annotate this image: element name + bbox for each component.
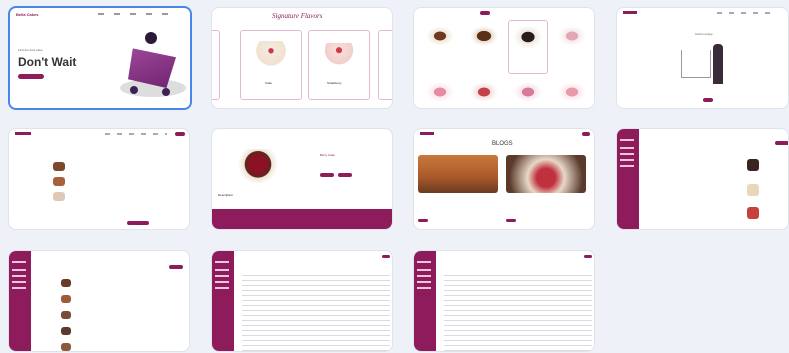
screenshot-gallery: Bella Cakes Find the best cake Don't Wai… bbox=[0, 0, 789, 353]
blog-image bbox=[506, 155, 586, 193]
cake-image bbox=[110, 24, 186, 108]
data-table bbox=[242, 271, 390, 351]
product-card[interactable] bbox=[422, 24, 460, 58]
logo bbox=[15, 132, 31, 135]
cart-item-image bbox=[53, 162, 65, 171]
header-button[interactable] bbox=[169, 265, 183, 269]
hero-title: Don't Wait bbox=[18, 55, 77, 69]
blog-image bbox=[418, 155, 498, 193]
flavor-card[interactable]: Strawberry bbox=[308, 30, 370, 100]
section-title: Signature Flavors bbox=[272, 12, 323, 20]
section-title: BLOGS bbox=[492, 141, 513, 147]
thumbnail-signature-flavors[interactable]: Signature Flavors Cake Strawberry bbox=[211, 7, 393, 109]
admin-sidebar bbox=[414, 251, 436, 351]
nav-links bbox=[105, 133, 167, 135]
footer-bar bbox=[212, 209, 392, 229]
thumbnail-home-hero[interactable]: Bella Cakes Find the best cake Don't Wai… bbox=[8, 6, 192, 110]
header-button[interactable] bbox=[582, 132, 590, 136]
data-table bbox=[444, 271, 592, 351]
product-image bbox=[236, 149, 280, 183]
admin-sidebar bbox=[617, 129, 639, 229]
thumbnail-admin-orders[interactable] bbox=[8, 250, 190, 352]
header-button[interactable] bbox=[175, 132, 185, 136]
flavor-card[interactable]: Cake bbox=[240, 30, 302, 100]
thumbnail-admin-users[interactable] bbox=[413, 250, 595, 352]
order-thumb bbox=[61, 279, 71, 287]
description-label: Description bbox=[218, 193, 234, 197]
flavor-card[interactable] bbox=[378, 30, 392, 100]
thumbnail-product-grid[interactable] bbox=[413, 7, 595, 109]
admin-sidebar bbox=[212, 251, 234, 351]
logo bbox=[420, 132, 434, 135]
product-card[interactable] bbox=[554, 80, 592, 106]
product-card[interactable] bbox=[510, 80, 548, 106]
logo: Bella Cakes bbox=[16, 12, 39, 17]
logo bbox=[623, 11, 637, 14]
cart-illustration bbox=[681, 50, 711, 78]
person-illustration bbox=[713, 44, 723, 84]
thumbnail-empty-cart[interactable]: Cart is empty bbox=[616, 7, 789, 109]
order-thumb bbox=[61, 343, 71, 351]
product-card[interactable] bbox=[554, 24, 592, 58]
add-to-cart-button[interactable] bbox=[320, 173, 334, 177]
flavor-card[interactable] bbox=[212, 30, 220, 100]
product-card-selected[interactable] bbox=[508, 20, 548, 74]
product-card[interactable] bbox=[466, 80, 504, 106]
thumbnail-admin-customers[interactable] bbox=[211, 250, 393, 352]
nav-links bbox=[717, 12, 777, 14]
cart-item-image bbox=[53, 177, 65, 186]
hero-subtitle: Find the best cake bbox=[18, 48, 43, 52]
order-thumb bbox=[61, 327, 71, 335]
thumbnail-cart-list[interactable] bbox=[8, 128, 190, 230]
product-thumb bbox=[747, 184, 759, 196]
header-button[interactable] bbox=[382, 255, 390, 258]
product-card[interactable] bbox=[422, 80, 460, 106]
product-name: Berry Cake bbox=[320, 153, 336, 157]
thumbnail-admin-products[interactable] bbox=[616, 128, 789, 230]
read-more-button[interactable] bbox=[418, 219, 428, 222]
product-thumb bbox=[747, 207, 759, 219]
product-thumb bbox=[747, 159, 759, 171]
cart-item-image bbox=[53, 192, 65, 201]
checkout-button[interactable] bbox=[127, 221, 149, 225]
buy-now-button[interactable] bbox=[338, 173, 352, 177]
order-thumb bbox=[61, 295, 71, 303]
empty-cart-text: Cart is empty bbox=[695, 32, 713, 36]
admin-sidebar bbox=[9, 251, 31, 351]
product-card[interactable] bbox=[466, 24, 504, 58]
add-product-button[interactable] bbox=[775, 141, 788, 145]
read-more-button[interactable] bbox=[506, 219, 516, 222]
order-thumb bbox=[61, 311, 71, 319]
thumbnail-product-detail[interactable]: Berry Cake Description bbox=[211, 128, 393, 230]
continue-button[interactable] bbox=[703, 98, 713, 102]
nav-links bbox=[98, 13, 178, 15]
header-button[interactable] bbox=[480, 11, 490, 15]
header-button[interactable] bbox=[584, 255, 592, 258]
thumbnail-blogs[interactable]: BLOGS bbox=[413, 128, 595, 230]
hero-cta-button[interactable] bbox=[18, 74, 44, 79]
